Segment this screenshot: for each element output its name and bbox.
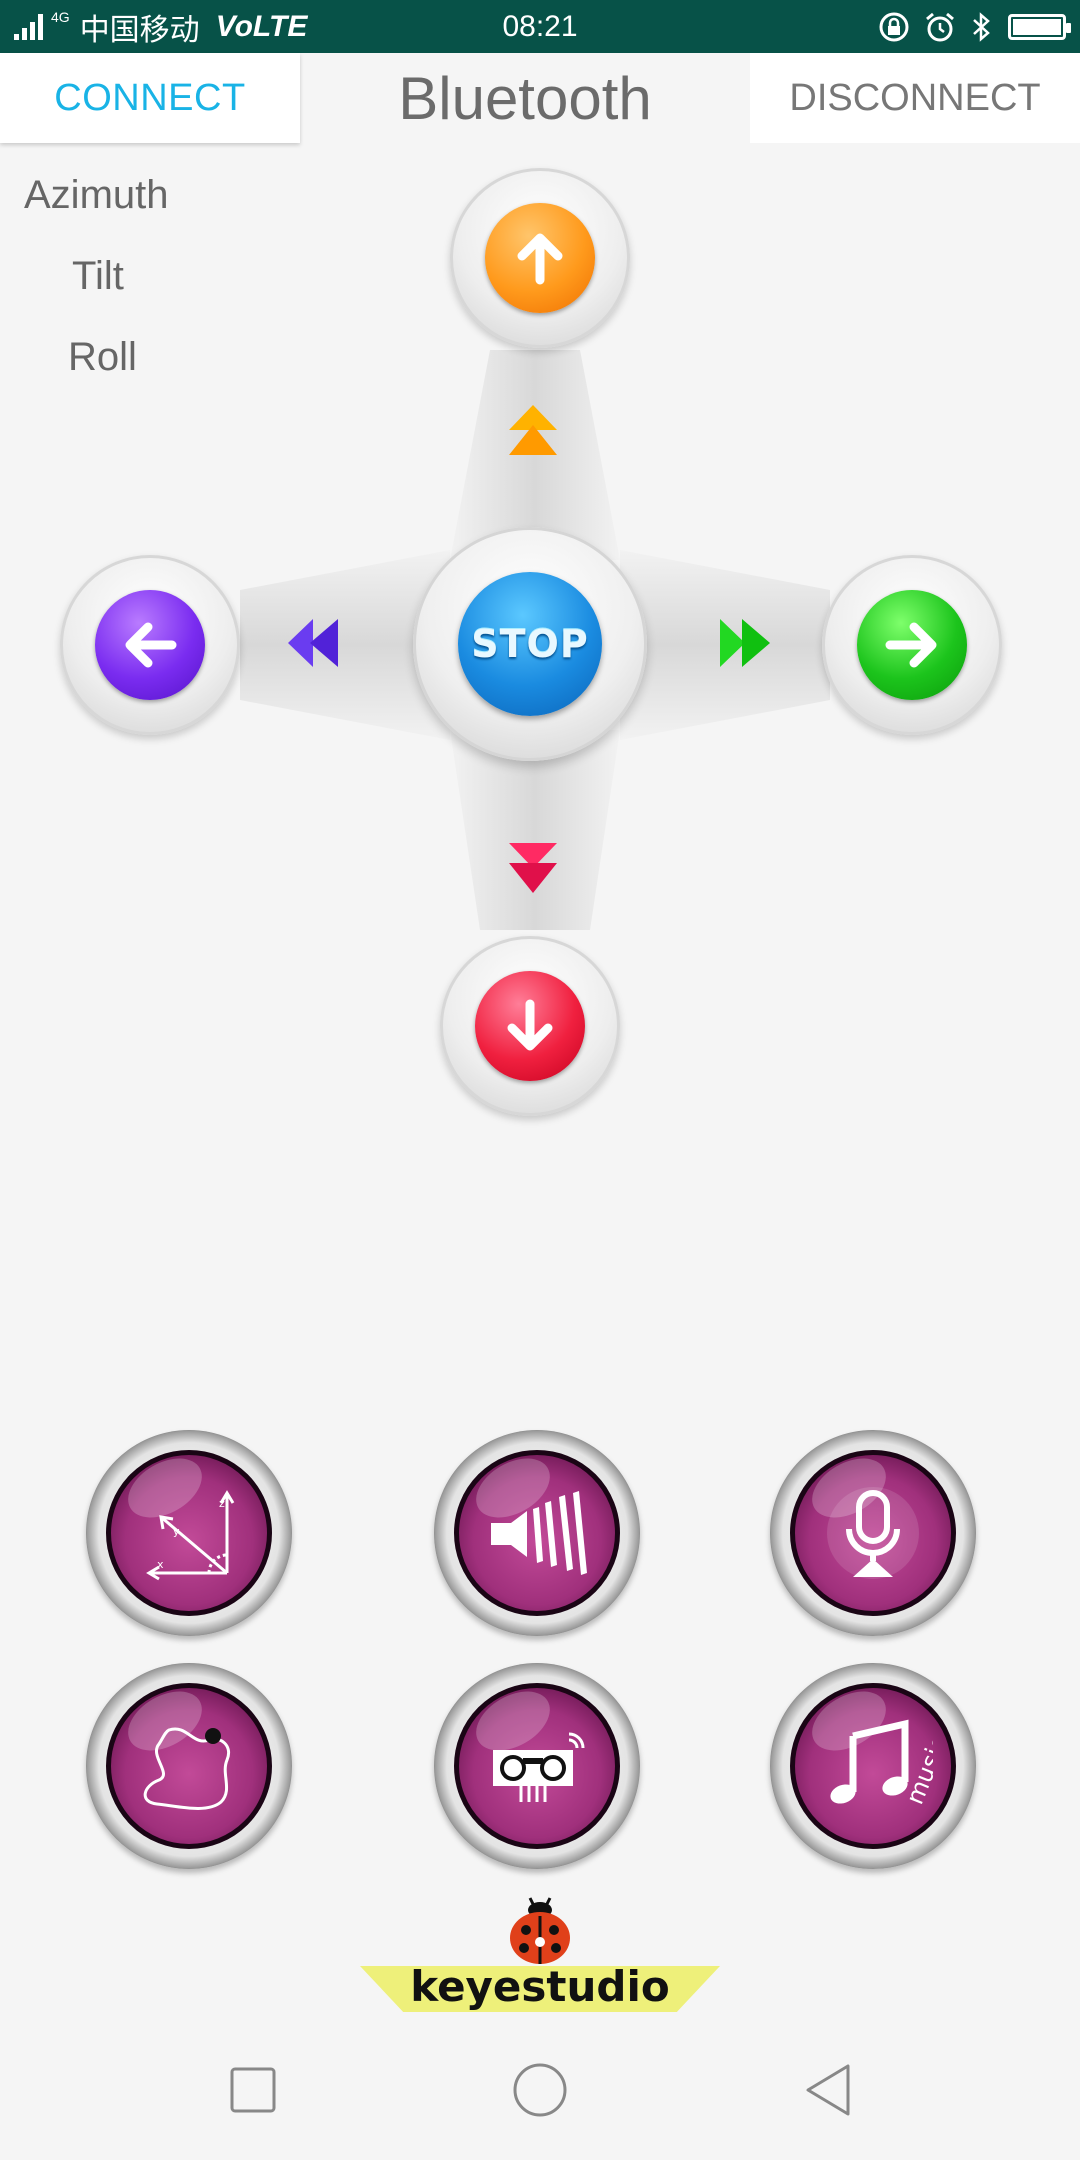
ladybug-icon [510, 1897, 570, 1964]
feature-face: z x y [106, 1450, 272, 1616]
up-arrow-icon [485, 203, 595, 313]
home-icon [513, 2063, 567, 2117]
line-tracking-icon [143, 1727, 230, 1810]
logo-text: keyestudio [410, 1962, 670, 2011]
recent-apps-button[interactable] [213, 2050, 293, 2130]
svg-text:z: z [219, 1497, 225, 1510]
obstacle-robot-icon [493, 1732, 585, 1802]
right-arrow-icon [857, 590, 967, 700]
back-button[interactable] [790, 2050, 870, 2130]
svg-text:x: x [157, 1558, 164, 1571]
forward-button[interactable] [450, 168, 630, 348]
left-arrow-icon [95, 590, 205, 700]
gravity-axes-icon: z x y [146, 1490, 235, 1581]
status-bar: 4G 中国移动 VoLTE 08:21 [0, 0, 1080, 53]
feature-face [454, 1683, 620, 1849]
lock-rotation-icon [879, 12, 909, 41]
battery-icon [1008, 13, 1071, 40]
music-note-icon: music [830, 1719, 933, 1808]
backward-button[interactable] [440, 936, 620, 1116]
line-tracking-button[interactable] [86, 1663, 292, 1869]
feature-face: music [790, 1683, 956, 1849]
ultrasonic-button[interactable] [434, 1430, 640, 1636]
stop-label: STOP [458, 572, 602, 716]
app-screen: 4G 中国移动 VoLTE 08:21 CONNECT Bluetooth DI… [0, 0, 1080, 2160]
stop-button[interactable]: STOP [413, 527, 647, 761]
feature-face [106, 1683, 272, 1849]
music-button[interactable]: music [770, 1663, 976, 1869]
feature-face [790, 1450, 956, 1616]
feature-face [454, 1450, 620, 1616]
gravity-sensor-button[interactable]: z x y [86, 1430, 292, 1636]
ultrasonic-speaker-icon [491, 1491, 587, 1575]
obstacle-avoidance-button[interactable] [434, 1663, 640, 1869]
voice-control-button[interactable] [770, 1430, 976, 1636]
down-arrow-icon [475, 971, 585, 1081]
navigation-bar [0, 2020, 1080, 2160]
svg-text:y: y [173, 1525, 180, 1538]
right-button[interactable] [822, 555, 1002, 735]
page-title: Bluetooth [398, 64, 652, 132]
home-button[interactable] [500, 2050, 580, 2130]
connect-button[interactable]: CONNECT [0, 53, 300, 143]
alarm-icon [926, 12, 954, 41]
disconnect-button[interactable]: DISCONNECT [750, 53, 1080, 143]
back-icon [806, 2064, 850, 2116]
bluetooth-icon [973, 11, 990, 42]
recent-apps-icon [230, 2067, 276, 2113]
status-right [878, 0, 1071, 53]
microphone-icon [827, 1487, 919, 1579]
left-button[interactable] [60, 555, 240, 735]
keyestudio-logo: keyestudio [360, 1890, 720, 2012]
